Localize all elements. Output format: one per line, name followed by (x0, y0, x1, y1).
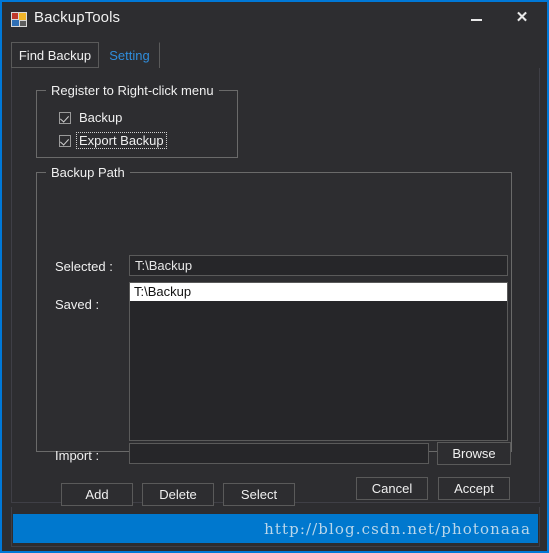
close-button[interactable]: ✕ (499, 2, 545, 32)
browse-button-label: Browse (452, 446, 496, 461)
add-button[interactable]: Add (61, 483, 133, 506)
window-title: BackupTools (34, 9, 121, 26)
delete-button[interactable]: Delete (142, 483, 214, 506)
watermark-text: http://blog.csdn.net/photonaaa (264, 519, 531, 538)
register-groupbox-title: Register to Right-click menu (46, 83, 219, 98)
register-right-click-groupbox: Register to Right-click menu Backup Expo… (36, 83, 238, 158)
saved-paths-listbox[interactable]: T:\Backup (129, 282, 508, 441)
checkbox-backup-label: Backup (79, 110, 123, 125)
saved-label: Saved : (55, 297, 100, 312)
close-icon: ✕ (515, 8, 529, 26)
tab-setting[interactable]: Setting (100, 42, 160, 68)
backuptools-window: BackupTools ✕ Find Backup Setting Regist… (0, 0, 549, 553)
cancel-button[interactable]: Cancel (356, 477, 428, 500)
selected-path-input[interactable]: T:\Backup (129, 255, 508, 276)
checkbox-export-backup[interactable] (59, 134, 71, 147)
checkbox-backup[interactable] (59, 111, 71, 124)
tab-find-backup[interactable]: Find Backup (11, 42, 99, 68)
tab-strip: Find Backup Setting (11, 42, 540, 69)
backup-path-groupbox-title: Backup Path (46, 165, 130, 180)
minimize-button[interactable] (453, 2, 499, 32)
accept-button-label: Accept (454, 481, 494, 496)
checkbox-row-backup[interactable]: Backup (59, 109, 124, 126)
import-path-input[interactable] (129, 443, 429, 464)
select-button[interactable]: Select (223, 483, 295, 506)
watermark-bar: http://blog.csdn.net/photonaaa (13, 514, 538, 543)
backup-path-groupbox: Backup Path Selected : T:\Backup Saved :… (36, 165, 512, 506)
add-button-label: Add (85, 487, 109, 502)
app-window-icon (11, 12, 27, 27)
title-bar: BackupTools ✕ (2, 2, 547, 36)
delete-button-label: Delete (159, 487, 197, 502)
select-button-label: Select (240, 487, 278, 502)
selected-label: Selected : (55, 259, 113, 274)
tab-find-backup-label: Find Backup (18, 47, 92, 63)
browse-button[interactable]: Browse (437, 442, 511, 465)
cancel-button-label: Cancel (371, 481, 413, 496)
list-item[interactable]: T:\Backup (130, 283, 507, 301)
accept-button[interactable]: Accept (438, 477, 510, 500)
checkbox-export-backup-label: Export Backup (76, 132, 167, 149)
checkbox-row-export-backup[interactable]: Export Backup (59, 132, 167, 149)
minimize-icon (470, 18, 482, 21)
import-label: Import : (55, 448, 100, 463)
setting-tab-panel: Register to Right-click menu Backup Expo… (11, 68, 540, 506)
tab-setting-label: Setting (109, 48, 150, 63)
